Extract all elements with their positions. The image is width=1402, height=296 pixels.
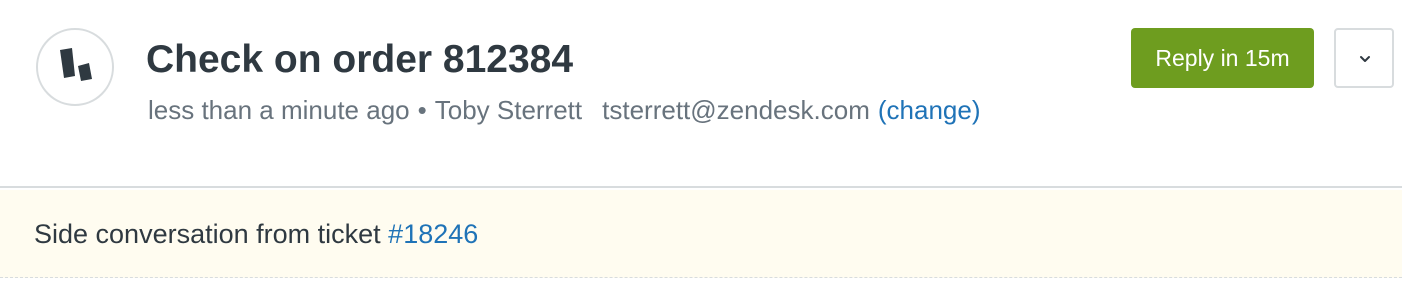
sender-name: Toby Sterrett [434, 95, 583, 125]
change-link[interactable]: (change) [878, 95, 981, 125]
chevron-down-icon [1360, 56, 1370, 62]
conversation-meta: less than a minute ago • Toby Sterrett tste… [148, 92, 980, 128]
side-conversation-header: Check on order 812384 less than a minute… [0, 0, 1402, 188]
timestamp: less than a minute ago [148, 95, 410, 125]
meta-separator: • [417, 95, 427, 125]
sender-email: tsterrett@zendesk.com [602, 95, 870, 125]
avatar [36, 28, 114, 106]
zendesk-logo-icon [60, 48, 92, 81]
banner-label: Side conversation from ticket [34, 219, 381, 249]
reply-button[interactable]: Reply in 15m [1131, 28, 1314, 88]
side-conversation-banner: Side conversation from ticket #18246 [0, 190, 1402, 278]
more-options-button[interactable] [1334, 28, 1394, 88]
page-title: Check on order 812384 [146, 38, 574, 81]
banner-text: Side conversation from ticket #18246 [34, 216, 478, 252]
ticket-link[interactable]: #18246 [388, 219, 478, 249]
